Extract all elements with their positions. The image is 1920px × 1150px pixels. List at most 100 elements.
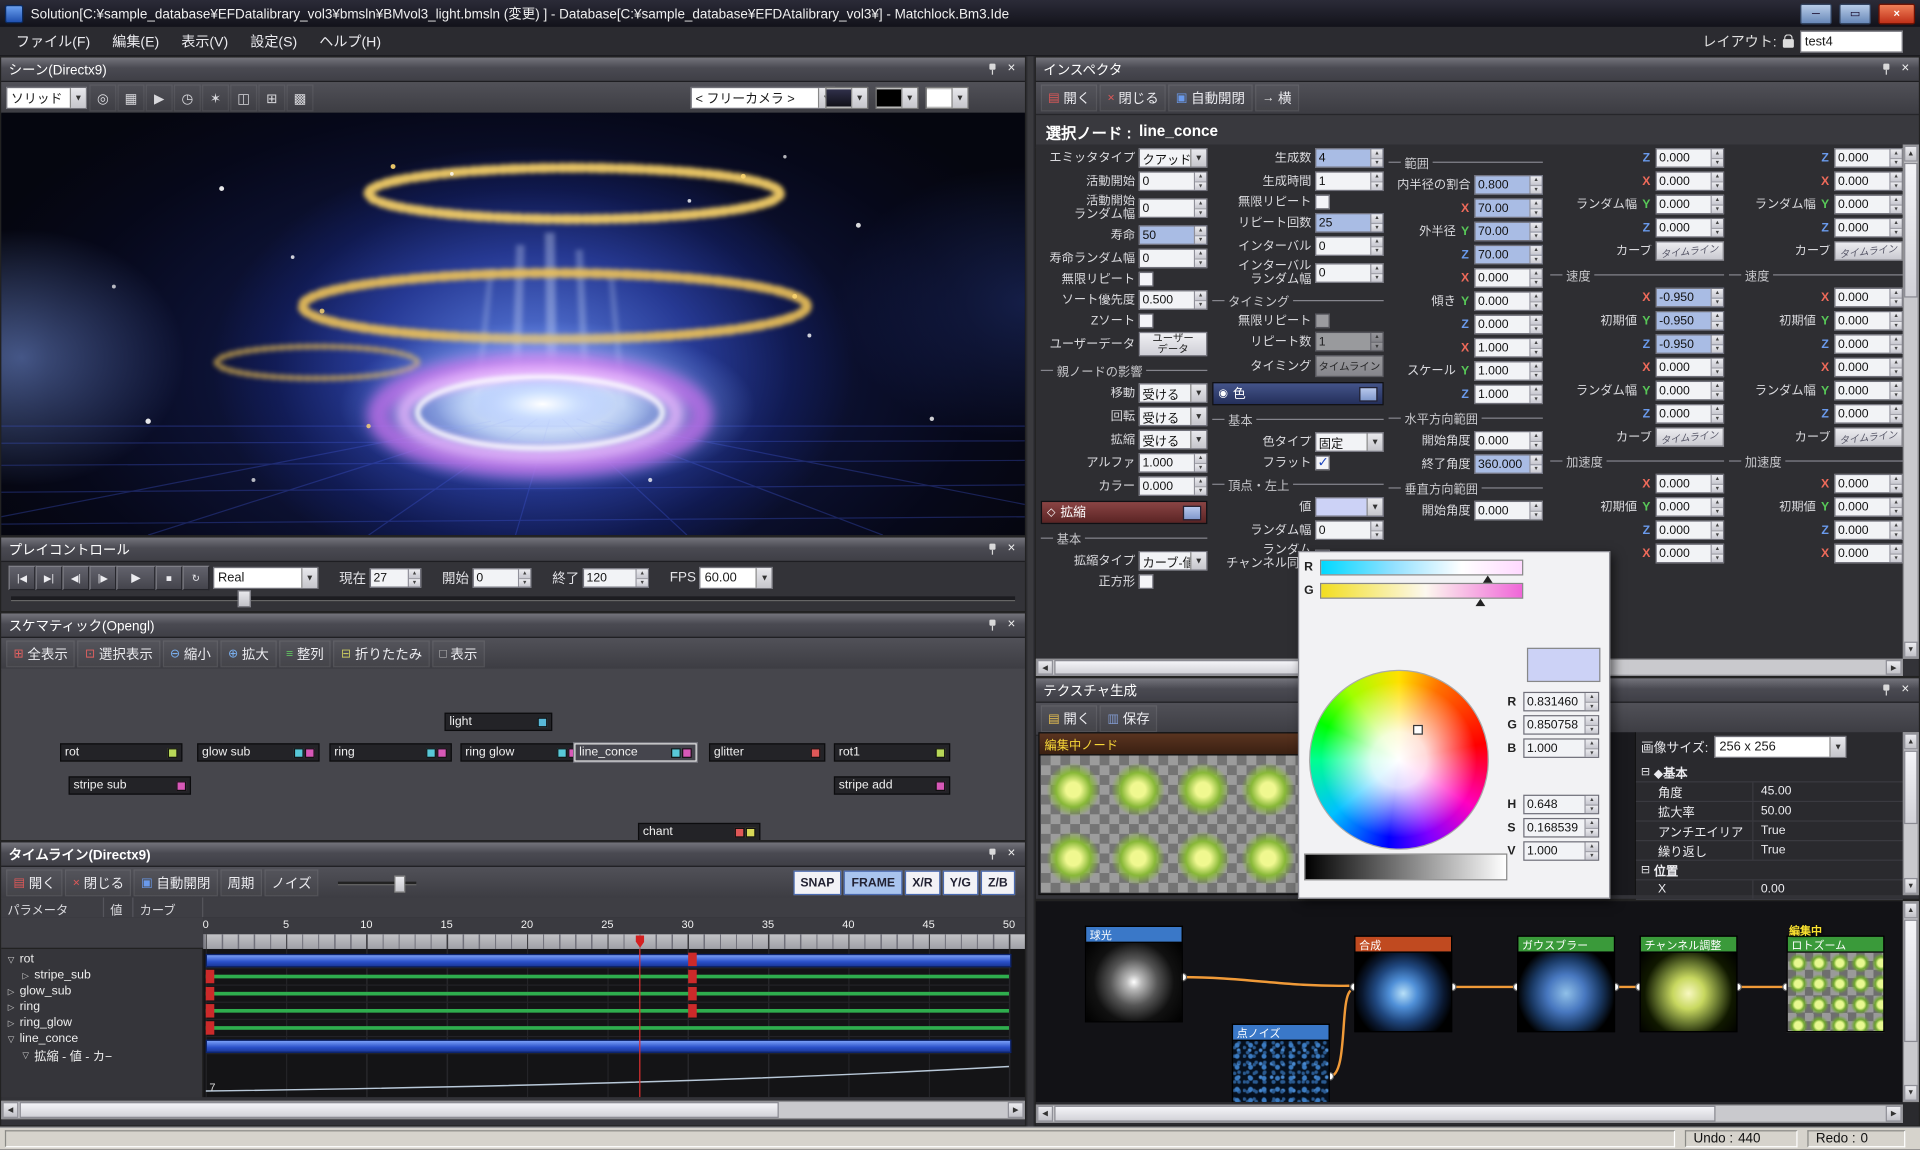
brightness-bar[interactable] [1304,853,1507,880]
spinner[interactable]: ▲▼ [1584,740,1597,757]
prop-row[interactable]: 繰り返しTrue [1636,841,1903,861]
param-input[interactable]: 0▲▼ [1139,171,1208,191]
spinner[interactable]: ▲▼ [1889,219,1901,236]
axis-icon[interactable]: ◫ [230,84,257,111]
spinner[interactable]: ▲▼ [1370,264,1382,281]
texture-node-3[interactable]: ガウスブラー [1517,936,1615,1033]
editing-node-label[interactable]: 編集中ノード [1040,733,1300,755]
param-input[interactable]: 0.800▲▼ [1474,175,1543,195]
close-button[interactable]: × [1878,3,1915,24]
keyframe-marker[interactable] [206,1021,215,1034]
timeline-lane-6[interactable]: 7 [206,1054,1009,1097]
spinner[interactable]: ▲▼ [1711,289,1723,306]
schematic-node-line_conce[interactable]: line_conce [574,743,696,761]
expander-icon[interactable]: ▷ [6,1018,16,1028]
scroll-up-icon[interactable]: ▲ [1904,733,1917,749]
spinner[interactable]: ▲▼ [1529,316,1541,333]
close-icon[interactable]: × [1898,62,1913,75]
scene-viewport[interactable] [1,113,1025,535]
go-end-button[interactable]: ▶| [36,566,63,590]
open-button[interactable]: ▤開く [6,869,63,896]
param-input[interactable]: 0.000▲▼ [1834,218,1903,238]
param-input[interactable]: 0.000▲▼ [1656,544,1725,564]
close-icon[interactable]: × [1004,618,1019,631]
spinner[interactable]: ▲▼ [1889,545,1901,562]
timeline-row-6[interactable]: ▽拡縮 - 値 - カ− [1,1047,202,1063]
graph-hscrollbar[interactable]: ◀ ▶ [1036,1104,1903,1122]
spinner[interactable]: ▲▼ [1889,498,1901,515]
spinner[interactable]: ▲▼ [1889,312,1901,329]
spinner[interactable]: ▲▼ [1889,196,1901,213]
spinner[interactable]: ▲▼ [1529,386,1541,403]
spinner[interactable]: ▲▼ [1889,405,1901,422]
param-input[interactable]: 1.000▲▼ [1139,453,1208,473]
color-wheel[interactable] [1309,670,1489,850]
param-input[interactable]: -0.950▲▼ [1656,311,1725,331]
spinner[interactable]: ▲▼ [1889,289,1901,306]
section-header-blue[interactable]: ◉色 [1212,382,1383,405]
pin-icon[interactable] [987,62,998,75]
param-input[interactable]: 70.00▲▼ [1474,245,1543,265]
spinner[interactable]: ▲▼ [1194,291,1206,308]
top-view-icon[interactable]: ▦ [118,84,145,111]
param-dropdown[interactable]: 受ける▼ [1139,407,1208,427]
param-input[interactable]: 0.000▲▼ [1474,268,1543,288]
picker-field-V[interactable]: 1.000▲▼ [1523,841,1599,861]
schematic-node-ring[interactable]: ring [329,743,451,761]
expander-icon[interactable]: ▽ [6,1034,16,1044]
keyframe-marker[interactable] [688,987,697,1000]
scroll-up-icon[interactable]: ▲ [1904,146,1917,162]
spinner[interactable]: ▲▼ [1584,842,1597,859]
param-input[interactable]: 0.000▲▼ [1656,218,1725,238]
expander-icon[interactable]: ▷ [6,1002,16,1012]
curve-button[interactable]: タイムライン [1834,427,1903,447]
expander-icon[interactable]: ▽ [21,1050,31,1060]
frame-slider[interactable] [11,590,1015,605]
shading-mode-select[interactable]: ソリッド▼ [6,87,87,109]
toggle-X-R[interactable]: X/R [905,871,940,895]
param-button[interactable]: ユーザー データ [1139,332,1208,356]
spinner[interactable]: ▲▼ [1529,246,1541,263]
inspector-header[interactable]: インスペクタ × [1036,58,1919,82]
maximize-button[interactable]: ▭ [1839,3,1871,24]
play-icon[interactable]: ▶ [146,84,173,111]
close-button[interactable]: ×閉じる [1100,84,1166,111]
chevron-down-icon[interactable]: ▼ [1190,384,1206,401]
texture-node-2[interactable]: 合成 [1354,936,1452,1033]
param-input[interactable]: 70.00▲▼ [1474,222,1543,242]
param-button[interactable]: タイムライン [1315,355,1384,377]
param-input[interactable]: 0.000▲▼ [1656,520,1725,540]
zoom-out-button[interactable]: ⊖縮小 [163,640,219,667]
param-dropdown[interactable]: クアッド▼ [1139,148,1208,168]
align-button[interactable]: ≡整列 [279,640,331,667]
param-checkbox[interactable] [1139,574,1154,589]
menu-item-2[interactable]: 表示(V) [170,31,239,51]
param-input[interactable]: 0.000▲▼ [1139,476,1208,496]
picker-field-R[interactable]: 0.831460▲▼ [1523,692,1599,712]
spinner[interactable]: ▲▼ [1711,405,1723,422]
schematic-node-rot1[interactable]: rot1 [834,743,950,761]
timeline-lane-4[interactable] [206,1020,1009,1037]
timeline-lane-3[interactable] [206,1003,1009,1020]
spinner[interactable]: ▲▼ [1584,819,1597,836]
texture-node-1[interactable]: 点ノイズ [1232,1024,1330,1102]
open-button[interactable]: ▤開く [1041,84,1098,111]
scroll-left-icon[interactable]: ◀ [1037,1106,1053,1122]
auto-open-button[interactable]: ▣自動開閉 [1169,84,1253,111]
chevron-down-icon[interactable]: ▼ [1830,737,1846,757]
prop-group[interactable]: ⊟◆基本 [1636,763,1903,783]
prop-row[interactable]: 角度45.00 [1636,782,1903,802]
param-input[interactable]: 25▲▼ [1315,213,1384,233]
menu-item-0[interactable]: ファイル(F) [5,31,101,51]
timeline-row-4[interactable]: ▷ring_glow [1,1015,202,1031]
schematic-node-glow-sub[interactable]: glow sub [197,743,319,761]
param-checkbox[interactable] [1139,272,1154,287]
timeline-row-5[interactable]: ▽line_conce [1,1031,202,1047]
period-button[interactable]: 周期 [220,869,262,896]
param-input[interactable]: 1▲▼ [1315,171,1384,191]
scroll-right-icon[interactable]: ▶ [1886,660,1902,675]
prop-row[interactable]: 拡大率50.00 [1636,802,1903,822]
param-dropdown[interactable]: 受ける▼ [1139,383,1208,403]
param-input[interactable]: 0▲▼ [1315,520,1384,540]
param-checkbox[interactable] [1139,313,1154,328]
